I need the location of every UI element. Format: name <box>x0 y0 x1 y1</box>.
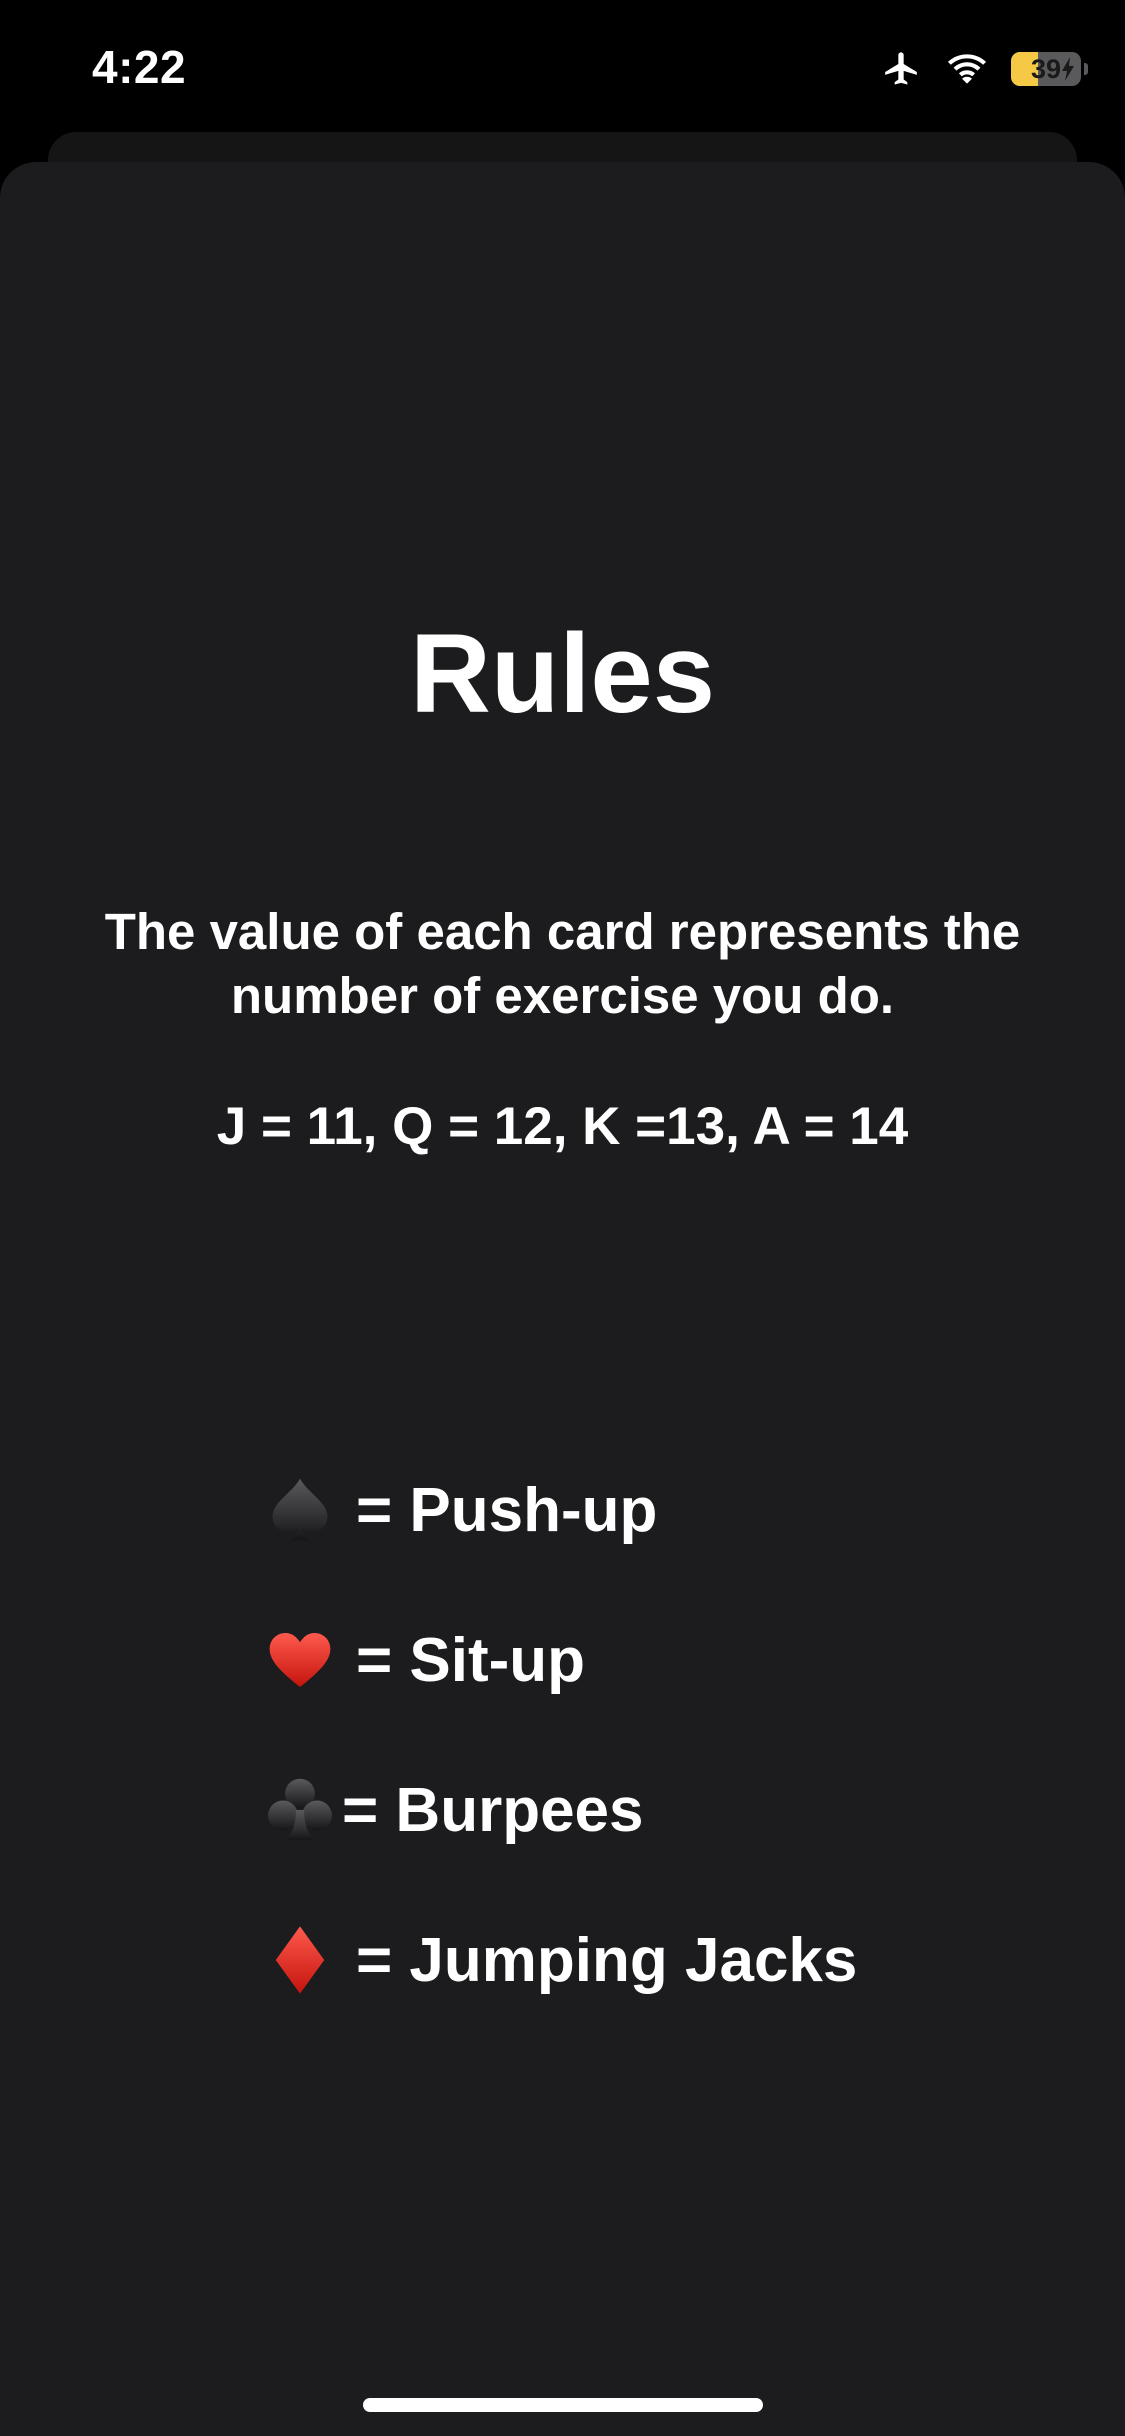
suit-row-heart: = Sit-up <box>264 1585 1064 1735</box>
club-icon <box>264 1774 336 1846</box>
suit-label-diamond: = Jumping Jacks <box>356 1925 858 1995</box>
suit-row-club: = Burpees <box>264 1735 1064 1885</box>
status-bar: 4:22 39 <box>0 0 1125 140</box>
wifi-icon <box>945 52 989 86</box>
spade-icon <box>264 1474 336 1546</box>
status-time: 4:22 <box>92 41 187 93</box>
charging-bolt-icon <box>1061 57 1075 81</box>
suit-label-heart: = Sit-up <box>356 1625 586 1695</box>
suit-label-spade: = Push-up <box>356 1475 658 1545</box>
heart-icon <box>264 1624 336 1696</box>
card-values-line: J = 11, Q = 12, K =13, A = 14 <box>216 1097 909 1156</box>
page-title: Rules <box>410 611 715 736</box>
battery-indicator: 39 <box>1011 52 1088 86</box>
rules-sheet <box>0 162 1125 2436</box>
rules-description: The value of each card represents the nu… <box>104 903 1021 1024</box>
battery-cap <box>1084 63 1088 75</box>
suit-row-diamond: = Jumping Jacks <box>264 1885 1064 2035</box>
status-icons: 39 <box>879 44 1088 94</box>
diamond-icon <box>264 1924 336 1996</box>
home-indicator[interactable] <box>363 2398 763 2412</box>
suit-exercise-list: = Push-up = Sit-up = Burpees = Jumping J… <box>264 1435 1064 2035</box>
suit-row-spade: = Push-up <box>264 1435 1064 1585</box>
airplane-icon <box>879 49 923 89</box>
suit-label-club: = Burpees <box>342 1775 644 1845</box>
